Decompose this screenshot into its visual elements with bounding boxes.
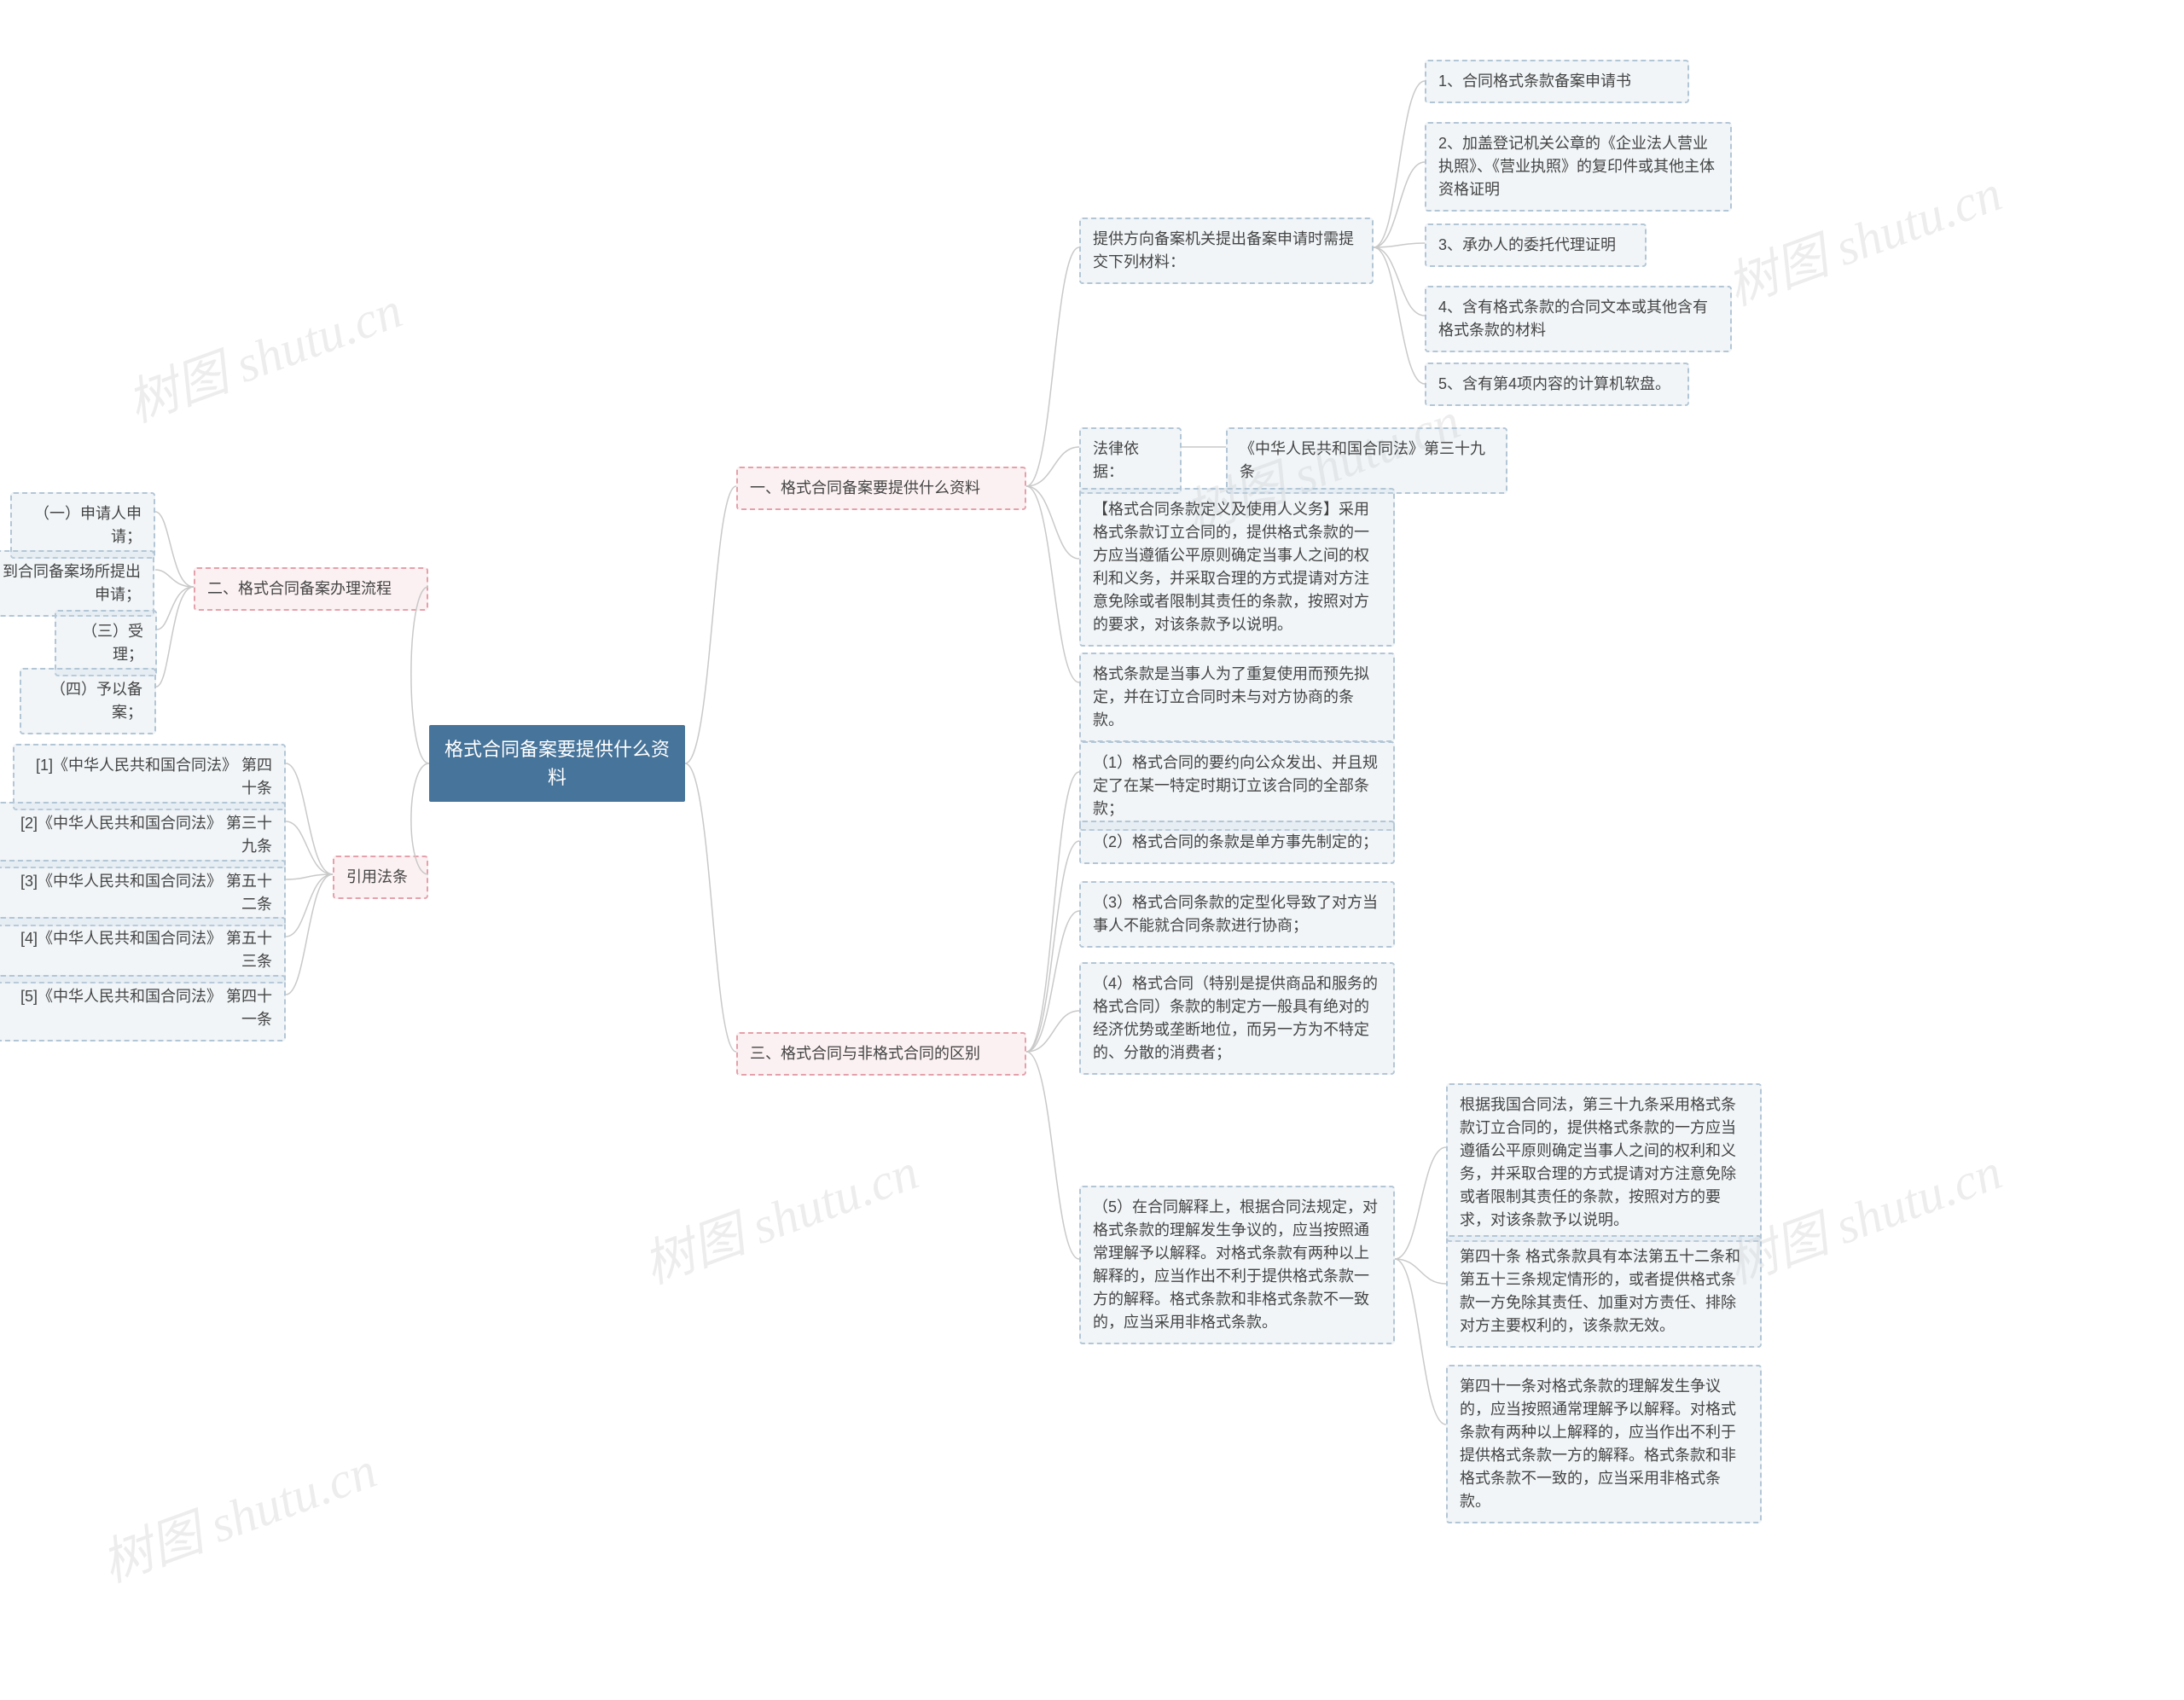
b4-ref-4: [4]《中华人民共和国合同法》 第五十三条 xyxy=(0,917,286,983)
b1-clause-def: 格式条款是当事人为了重复使用而预先拟定，并在订立合同时未与对方协商的条款。 xyxy=(1079,653,1395,742)
b2-step-1: （一）申请人申请； xyxy=(10,492,155,559)
b1-materials-intro: 提供方向备案机关提出备案申请时需提交下列材料： xyxy=(1079,218,1374,284)
branch-2: 二、格式合同备案办理流程 xyxy=(194,567,428,611)
b1-material-5: 5、含有第4项内容的计算机软盘。 xyxy=(1425,363,1689,406)
b1-article-39: 【格式合同条款定义及使用人义务】采用格式条款订立合同的，提供格式条款的一方应当遵… xyxy=(1079,488,1395,647)
branch-4: 引用法条 xyxy=(333,856,428,899)
root-node: 格式合同备案要提供什么资料 xyxy=(429,725,685,802)
b2-step-4: （四）予以备案； xyxy=(20,668,156,734)
b1-legal-ref: 《中华人民共和国合同法》第三十九条 xyxy=(1226,427,1507,494)
b1-material-4: 4、含有格式条款的合同文本或其他含有格式条款的材料 xyxy=(1425,286,1732,352)
b3-diff-5: （5）在合同解释上，根据合同法规定，对格式条款的理解发生争议的，应当按照通常理解… xyxy=(1079,1186,1395,1344)
b1-material-1: 1、合同格式条款备案申请书 xyxy=(1425,60,1689,103)
b3-diff-5c: 第四十一条对格式条款的理解发生争议的，应当按照通常理解予以解释。对格式条款有两种… xyxy=(1446,1365,1762,1523)
branch-1: 一、格式合同备案要提供什么资料 xyxy=(736,467,1026,510)
branch-3: 三、格式合同与非格式合同的区别 xyxy=(736,1032,1026,1076)
watermark: 树图 shutu.cn xyxy=(115,269,410,437)
b1-material-2: 2、加盖登记机关公章的《企业法人营业执照》、《营业执照》的复印件或其他主体资格证… xyxy=(1425,122,1732,212)
watermark: 树图 shutu.cn xyxy=(1715,152,2010,320)
b3-diff-5a: 根据我国合同法，第三十九条采用格式条款订立合同的，提供格式条款的一方应当遵循公平… xyxy=(1446,1083,1762,1242)
b3-diff-1: （1）格式合同的要约向公众发出、并且规定了在某一特定时期订立该合同的全部条款； xyxy=(1079,741,1395,831)
b1-legal-label: 法律依据： xyxy=(1079,427,1182,494)
b4-ref-2: [2]《中华人民共和国合同法》 第三十九条 xyxy=(0,802,286,868)
watermark: 树图 shutu.cn xyxy=(90,1429,385,1597)
watermark: 树图 shutu.cn xyxy=(631,1130,926,1298)
b2-step-2: （二）到合同备案场所提出申请； xyxy=(0,550,154,617)
b4-ref-1: [1]《中华人民共和国合同法》 第四十条 xyxy=(13,744,286,810)
b3-diff-2: （2）格式合同的条款是单方事先制定的； xyxy=(1079,821,1395,864)
b2-step-3: （三）受理； xyxy=(55,610,157,676)
b3-diff-5b: 第四十条 格式条款具有本法第五十二条和第五十三条规定情形的，或者提供格式条款一方… xyxy=(1446,1235,1762,1348)
b3-diff-3: （3）格式合同条款的定型化导致了对方当事人不能就合同条款进行协商； xyxy=(1079,881,1395,948)
b3-diff-4: （4）格式合同（特别是提供商品和服务的格式合同）条款的制定方一般具有绝对的经济优… xyxy=(1079,962,1395,1075)
b1-material-3: 3、承办人的委托代理证明 xyxy=(1425,223,1647,267)
b4-ref-5: [5]《中华人民共和国合同法》 第四十一条 xyxy=(0,975,286,1041)
